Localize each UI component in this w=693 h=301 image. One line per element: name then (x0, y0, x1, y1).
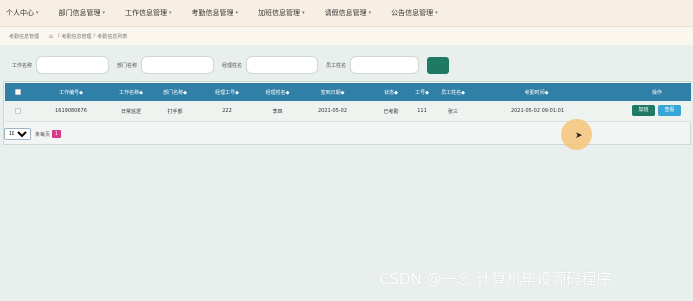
overtime-button[interactable]: 加班 (632, 105, 655, 116)
column-header-work-id[interactable]: 工作编号◆ (41, 89, 101, 96)
chevron-down-icon: ▾ (302, 10, 305, 16)
cell-work-name: 日常巡逻 (120, 109, 141, 115)
manager-name-label: 经理姓名 (222, 62, 243, 69)
breadcrumb-path-2: 考勤信息列表 (97, 33, 128, 40)
employee-name-input[interactable] (350, 56, 420, 74)
nav-item-department[interactable]: 部门信息管理 ▾ (59, 8, 106, 18)
table-header: 工作编号◆ 工作名称◆ 部门名称◆ 经理工号◆ 经理姓名◆ 签到日期◆ 状态◆ … (5, 83, 691, 101)
cell-employee-name: 张三 (447, 109, 458, 115)
nav-item-label: 请假信息管理 (324, 9, 367, 17)
cell-sign-date: 2021-05-02 (317, 108, 348, 114)
search-bar: 工作名称 部门名称 经理姓名 员工姓名 (0, 49, 693, 81)
chevron-down-icon: ▾ (235, 10, 239, 16)
home-icon[interactable]: ⌂ (49, 33, 53, 40)
work-name-label: 工作名称 (12, 62, 33, 69)
nav-item-label: 加班信息管理 (258, 9, 301, 17)
table-row[interactable]: 1619080676 日常巡逻 打手部 222 李四 2021-05-02 已考… (5, 101, 691, 122)
cell-department: 打手部 (167, 109, 183, 115)
department-name-label: 部门名称 (117, 62, 138, 69)
watermark-text: CSDN @一念 计算机毕设源码程序 (379, 270, 612, 288)
nav-item-label: 工作信息管理 (125, 9, 168, 17)
top-navigation: 个人中心 ▾ 部门信息管理 ▾ 工作信息管理 ▾ 考勤信息管理 ▾ 加班信息管理 ▾ 请假… (0, 0, 693, 27)
cell-work-id: 1619080676 (55, 108, 87, 114)
select-all-checkbox[interactable] (15, 89, 21, 95)
cell-manager-name: 李四 (272, 109, 283, 115)
work-name-input[interactable] (36, 56, 110, 74)
column-header-department[interactable]: 部门名称◆ (155, 89, 195, 96)
page-size-select[interactable]: 10 (4, 128, 31, 140)
chevron-down-icon: ▾ (102, 10, 106, 16)
cell-status: 已考勤 (383, 109, 399, 115)
nav-item-work[interactable]: 工作信息管理 ▾ (125, 8, 172, 18)
cell-manager-id: 222 (222, 108, 232, 114)
row-checkbox[interactable] (15, 108, 21, 114)
chevron-down-icon: ▾ (36, 10, 39, 16)
column-header-actions: 操作 (651, 90, 662, 96)
breadcrumb-path-1[interactable]: 考勤信息管理 (62, 33, 92, 40)
nav-item-label: 公告信息管理 (391, 9, 434, 17)
nav-item-notice[interactable]: 公告信息管理 ▾ (391, 8, 438, 18)
chevron-down-icon: ▾ (435, 10, 438, 16)
column-header-work-name[interactable]: 工作名称◆ (106, 89, 156, 96)
search-button[interactable] (427, 56, 450, 74)
breadcrumb: 考勤信息管理 ⌂ / 考勤信息管理 / 考勤信息列表 (0, 27, 693, 45)
column-header-manager-id[interactable]: 经理工号◆ (207, 89, 247, 96)
nav-item-overtime[interactable]: 加班信息管理 ▾ (258, 8, 305, 18)
breadcrumb-separator: / (93, 33, 96, 39)
cell-attendance-time: 2021-05-02 09:01:01 (510, 108, 565, 114)
cell-employee-id: 111 (417, 108, 427, 114)
pagination: 10 条每页 1 (4, 127, 62, 141)
per-page-label: 条每页 (35, 131, 51, 138)
employee-name-label: 员工姓名 (326, 62, 347, 69)
nav-item-label: 部门信息管理 (58, 9, 101, 17)
column-header-sign-date[interactable]: 签到日期◆ (310, 89, 355, 96)
nav-item-label: 个人中心 (6, 9, 34, 17)
view-button[interactable]: 查看 (658, 105, 681, 116)
manager-name-input[interactable] (246, 56, 319, 74)
mouse-cursor-icon: ➤ (575, 131, 583, 141)
chevron-down-icon: ▾ (169, 10, 172, 16)
breadcrumb-section: 考勤信息管理 (9, 33, 40, 40)
column-header-manager-name[interactable]: 经理姓名◆ (255, 89, 300, 96)
breadcrumb-separator: / (57, 33, 60, 39)
nav-item-attendance[interactable]: 考勤信息管理 ▾ (192, 8, 239, 18)
page-button-current[interactable]: 1 (52, 130, 62, 138)
nav-item-label: 考勤信息管理 (191, 9, 234, 17)
nav-item-personal-center[interactable]: 个人中心 ▾ (6, 8, 39, 18)
chevron-down-icon: ▾ (368, 10, 372, 16)
column-header-employee-name[interactable]: 员工姓名◆ (433, 89, 473, 96)
column-header-status[interactable]: 状态◆ (376, 89, 406, 96)
column-header-attendance-time[interactable]: 考勤时间◆ (514, 89, 559, 96)
column-header-employee-id[interactable]: 工号◆ (410, 89, 434, 96)
nav-item-leave[interactable]: 请假信息管理 ▾ (325, 8, 372, 18)
department-name-input[interactable] (141, 56, 215, 74)
